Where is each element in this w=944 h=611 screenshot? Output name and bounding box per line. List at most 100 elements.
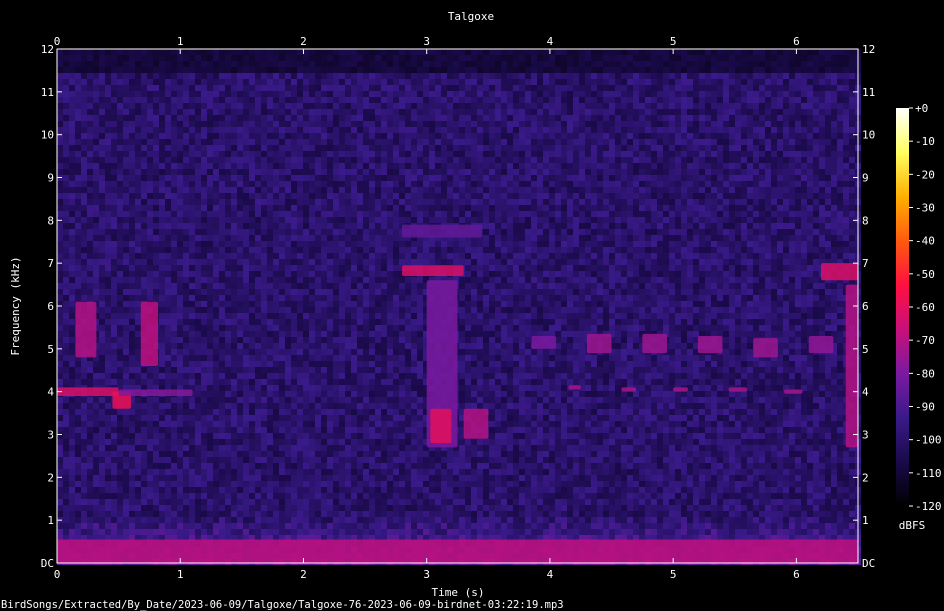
noise-cell [801, 91, 807, 97]
noise-cell [633, 181, 639, 187]
noise-cell [459, 139, 465, 145]
noise-cell [249, 103, 255, 109]
noise-cell [831, 79, 837, 85]
noise-cell [105, 253, 111, 259]
noise-cell [69, 271, 75, 277]
noise-cell [561, 91, 567, 97]
noise-cell [435, 253, 441, 259]
noise-cell [303, 187, 309, 193]
noise-cell [339, 169, 345, 175]
noise-cell [573, 151, 579, 157]
noise-cell [747, 163, 753, 169]
noise-cell [279, 79, 285, 85]
noise-cell [327, 157, 333, 163]
noise-cell [495, 67, 501, 73]
noise-cell [711, 163, 717, 169]
noise-cell [669, 247, 675, 253]
noise-cell [783, 259, 789, 265]
noise-cell [351, 181, 357, 187]
noise-cell [813, 73, 819, 79]
noise-cell [783, 163, 789, 169]
noise-cell [171, 187, 177, 193]
noise-cell [351, 121, 357, 127]
noise-cell [303, 181, 309, 187]
noise-cell [693, 97, 699, 103]
noise-cell [357, 79, 363, 85]
noise-cell [261, 193, 267, 199]
noise-cell [207, 103, 213, 109]
noise-cell [465, 169, 471, 175]
noise-cell [501, 235, 507, 241]
noise-cell [513, 103, 519, 109]
noise-cell [663, 211, 669, 217]
noise-cell [807, 211, 813, 217]
noise-cell [483, 121, 489, 127]
noise-cell [339, 259, 345, 265]
noise-cell [747, 139, 753, 145]
noise-cell [585, 193, 591, 199]
noise-cell [93, 211, 99, 217]
noise-cell [333, 163, 339, 169]
noise-cell [705, 235, 711, 241]
noise-cell [813, 199, 819, 205]
noise-cell [771, 97, 777, 103]
noise-cell [657, 133, 663, 139]
noise-cell [597, 217, 603, 223]
noise-cell [801, 181, 807, 187]
noise-cell [183, 115, 189, 121]
noise-cell [159, 259, 165, 265]
noise-cell [717, 61, 723, 67]
noise-cell [141, 265, 147, 271]
noise-cell [495, 265, 501, 271]
noise-cell [777, 205, 783, 211]
noise-cell [381, 253, 387, 259]
noise-cell [555, 223, 561, 229]
noise-cell [297, 247, 303, 253]
noise-cell [189, 139, 195, 145]
noise-cell [291, 217, 297, 223]
noise-cell [63, 211, 69, 217]
noise-cell [147, 163, 153, 169]
noise-cell [705, 157, 711, 163]
noise-cell [387, 121, 393, 127]
noise-cell [627, 55, 633, 61]
noise-cell [531, 223, 537, 229]
noise-cell [843, 97, 849, 103]
noise-cell [819, 223, 825, 229]
noise-cell [735, 49, 741, 55]
noise-cell [729, 235, 735, 241]
noise-cell [207, 145, 213, 151]
noise-cell [609, 115, 615, 121]
noise-cell [753, 169, 759, 175]
noise-cell [243, 169, 249, 175]
noise-cell [81, 91, 87, 97]
noise-cell [405, 121, 411, 127]
noise-cell [693, 145, 699, 151]
noise-cell [183, 187, 189, 193]
noise-cell [567, 109, 573, 115]
noise-cell [753, 175, 759, 181]
noise-cell [513, 247, 519, 253]
noise-cell [375, 229, 381, 235]
noise-cell [669, 91, 675, 97]
noise-cell [159, 157, 165, 163]
noise-cell [555, 127, 561, 133]
noise-cell [609, 193, 615, 199]
noise-cell [363, 145, 369, 151]
noise-cell [807, 175, 813, 181]
noise-cell [579, 205, 585, 211]
noise-cell [303, 259, 309, 265]
noise-cell [285, 229, 291, 235]
noise-cell [315, 187, 321, 193]
noise-cell [831, 187, 837, 193]
noise-cell [171, 85, 177, 91]
noise-cell [129, 73, 135, 79]
noise-cell [843, 193, 849, 199]
noise-cell [279, 115, 285, 121]
noise-cell [243, 217, 249, 223]
noise-cell [279, 253, 285, 259]
noise-cell [207, 265, 213, 271]
noise-cell [561, 49, 567, 55]
noise-cell [423, 61, 429, 67]
noise-cell [393, 229, 399, 235]
